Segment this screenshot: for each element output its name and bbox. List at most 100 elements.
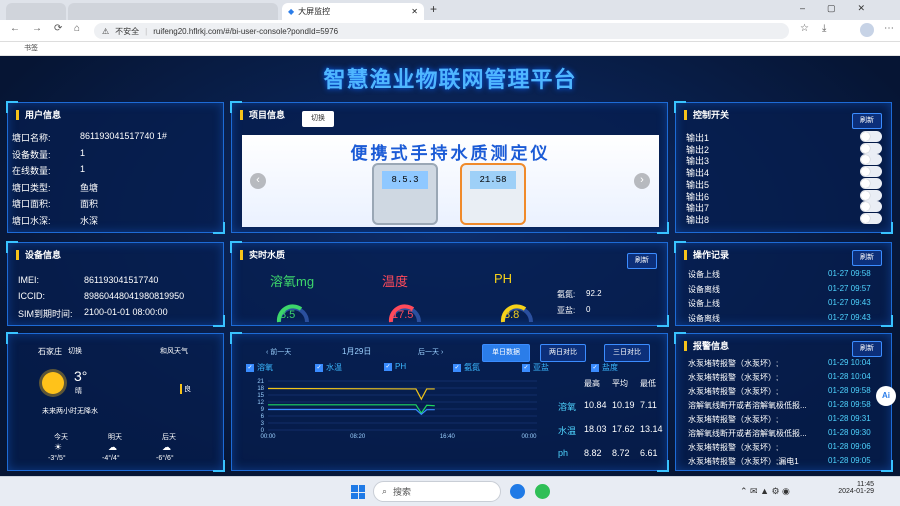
alarm-panel: 报警信息 刷新 水泵堵转报警（水泵坏）; 01-29 10:04 水泵堵转报警（水泵…	[674, 332, 893, 472]
water-metric-label: 溶氧mg	[270, 274, 315, 289]
address-bar[interactable]: ⚠ 不安全 | ruifeng20.hflrkj.com/#/bi-user-c…	[94, 23, 789, 39]
nitrite-label: 亚盐:	[557, 306, 576, 315]
check-icon: ✓	[591, 363, 599, 372]
back-icon[interactable]: ←	[10, 23, 20, 34]
bookmarks-label[interactable]: 书签	[24, 45, 38, 52]
wechat-taskbar-icon[interactable]	[535, 484, 550, 499]
y-tick-label: 21	[257, 379, 264, 385]
panel-title: 设备信息	[16, 250, 61, 260]
check-icon: ✓	[246, 363, 254, 372]
stats-value: 17.62	[612, 424, 635, 434]
avatar[interactable]	[860, 23, 874, 37]
output-toggle[interactable]	[860, 131, 882, 142]
refresh-icon[interactable]: ⟳	[54, 23, 62, 34]
forward-icon[interactable]: →	[32, 23, 42, 34]
browser-tab[interactable]	[68, 3, 278, 20]
info-label: 在线数量:	[12, 166, 51, 176]
taskbar: ⌕ 搜索 ⌃ ✉ ▲ ⚙ ◉ 11:45 2024-01-29	[0, 476, 900, 506]
forecast-day: 今天	[54, 434, 68, 441]
project-switch-button[interactable]: 切换	[302, 111, 334, 127]
windows-start-icon[interactable]	[351, 485, 365, 499]
carousel-next-button[interactable]: ›	[634, 173, 650, 189]
series-checkbox[interactable]: ✓ 亚盐	[522, 362, 549, 373]
series-checkbox[interactable]: ✓ 氨氮	[453, 362, 480, 373]
info-value: 1	[80, 147, 86, 158]
output-toggle[interactable]	[860, 177, 882, 189]
series-line	[268, 408, 435, 416]
two-day-compare-button[interactable]: 两日对比	[540, 344, 586, 362]
alarm-time: 01-28 09:06	[828, 442, 871, 451]
weather-switch-link[interactable]: 切换	[68, 346, 82, 356]
weather-temp: 3°	[74, 368, 88, 384]
y-tick-label: 18	[257, 386, 264, 392]
stats-name: 水温	[558, 426, 577, 436]
water-metric-value: 8.8	[504, 309, 520, 321]
output-toggle[interactable]	[860, 166, 882, 178]
url-text[interactable]: ruifeng20.hflrkj.com/#/bi-user-console?p…	[153, 27, 338, 36]
y-tick-label: 12	[257, 400, 264, 406]
series-checkbox[interactable]: ✓ 水温	[315, 362, 342, 373]
clock[interactable]: 11:45 2024-01-29	[822, 481, 874, 495]
output-toggle[interactable]	[860, 212, 882, 224]
control-panel: 控制开关 刷新 输出1 输出2 输出3 输出4 输出5 输出6 输出7 输出8	[674, 101, 893, 234]
browser-taskbar-icon[interactable]	[510, 484, 525, 499]
output-toggle[interactable]	[860, 189, 882, 201]
browser-tab-active[interactable]: ◆ 大屏监控 ✕	[282, 3, 424, 20]
single-day-button[interactable]: 单日数据	[482, 344, 530, 362]
weather-panel: 石家庄 切换 和风天气 3° 晴 良 未来两小时无降水 今天 ☀ -3°/5° 明天 ☁…	[6, 332, 225, 472]
forecast-range: -6°/6°	[156, 455, 174, 462]
info-value: 89860448041980819950	[84, 291, 185, 301]
control-refresh-button[interactable]: 刷新	[852, 113, 882, 129]
meter-image: 8.5.3	[372, 163, 438, 225]
series-label: 溶氧	[257, 363, 273, 372]
stats-value: 6.61	[640, 448, 658, 458]
device-info-panel: 设备信息 IMEI: 861193041517740 ICCID: 898604480…	[6, 241, 225, 327]
ai-assistant-button[interactable]: Ai	[876, 386, 896, 406]
next-day-link[interactable]: 后一天 ›	[418, 347, 443, 357]
series-label: 亚盐	[533, 363, 549, 372]
download-icon[interactable]: ⤓	[822, 23, 826, 34]
stats-header: 平均	[612, 379, 628, 388]
y-tick-label: 3	[261, 421, 265, 427]
alarm-time: 01-29 10:04	[828, 358, 871, 367]
bookmarks-bar: 书签	[0, 42, 900, 56]
output-toggle[interactable]	[860, 154, 882, 166]
output-toggle[interactable]	[860, 201, 882, 213]
stats-value: 13.14	[640, 424, 663, 434]
output-toggle[interactable]	[860, 142, 882, 154]
info-label: 塘口类型:	[12, 182, 51, 193]
stats-header: 最低	[640, 379, 656, 388]
series-checkbox[interactable]: ✓ PH	[384, 362, 406, 371]
carousel-prev-button[interactable]: ‹	[250, 173, 266, 189]
alarm-refresh-button[interactable]: 刷新	[852, 341, 882, 357]
home-icon[interactable]: ⌂	[74, 23, 80, 34]
water-metric-label: PH	[494, 271, 513, 286]
new-tab-button[interactable]: +	[430, 2, 437, 16]
info-value: 鱼塘	[80, 182, 99, 193]
air-quality: 良	[180, 384, 191, 394]
water-refresh-button[interactable]: 刷新	[627, 253, 657, 269]
system-tray-icons[interactable]: ⌃ ✉ ▲ ⚙ ◉	[740, 486, 790, 497]
forecast-range: -3°/5°	[48, 455, 66, 462]
series-checkbox[interactable]: ✓ 溶氧	[246, 362, 273, 373]
series-line	[267, 387, 435, 401]
alarm-text: 水泵堵转报警（水泵坏）;漏电1	[688, 457, 799, 466]
series-checkbox[interactable]: ✓ 盐度	[591, 362, 618, 373]
prev-day-link[interactable]: ‹ 前一天	[266, 347, 291, 357]
cloud-icon: ☁	[162, 442, 171, 452]
close-icon[interactable]: ✕	[411, 7, 418, 16]
info-value: 861193041517740	[84, 275, 159, 285]
window-controls[interactable]: –▢✕	[800, 3, 887, 14]
three-day-compare-button[interactable]: 三日对比	[604, 344, 650, 362]
meter-image: 21.58	[460, 163, 526, 225]
more-icon[interactable]: ⋯	[884, 23, 894, 34]
alarm-text: 水泵堵转报警（水泵坏）;	[688, 373, 779, 382]
taskbar-search[interactable]: ⌕ 搜索	[373, 481, 501, 502]
ops-refresh-button[interactable]: 刷新	[852, 250, 882, 266]
favorites-icon[interactable]: ☆	[800, 23, 809, 34]
browser-tab[interactable]	[6, 3, 66, 20]
check-icon: ✓	[315, 363, 323, 372]
weather-city: 石家庄	[38, 347, 62, 356]
date-label: 1月29日	[342, 347, 372, 356]
tab-favicon-icon: ◆	[288, 7, 295, 16]
